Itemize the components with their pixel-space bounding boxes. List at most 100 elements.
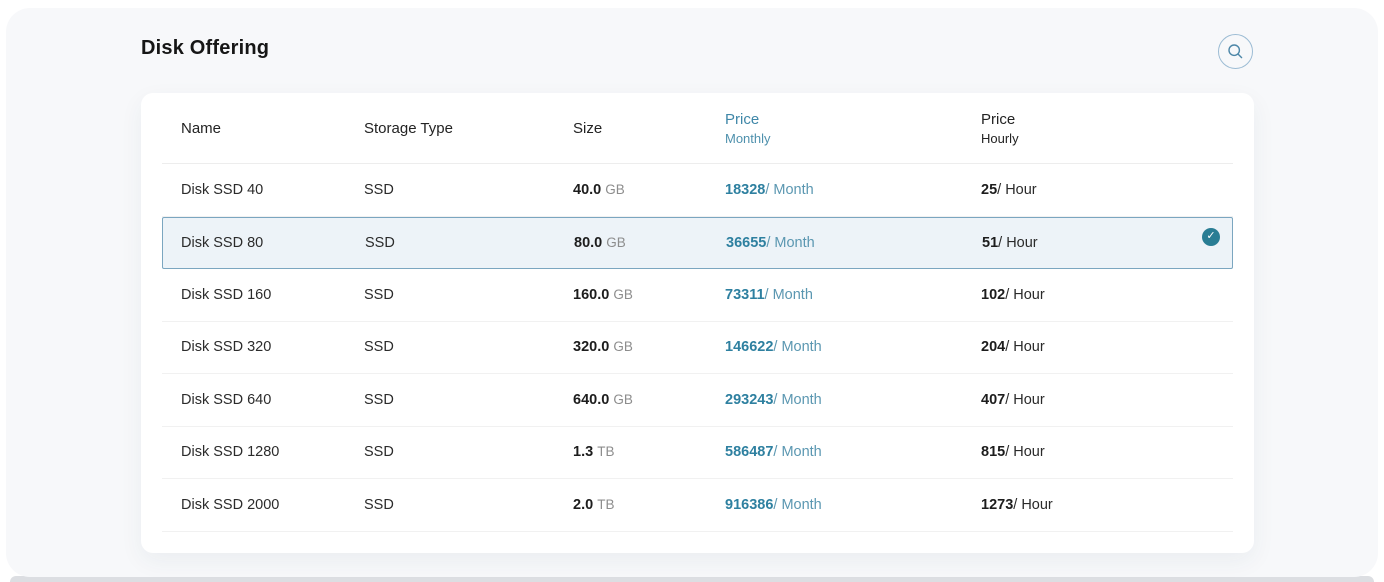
cell-price-monthly: 146622/ Month xyxy=(725,339,981,355)
hourly-price-value: 51 xyxy=(982,235,998,251)
size-unit: GB xyxy=(613,392,633,407)
cell-price-hourly: 51/ Hour xyxy=(982,235,1232,251)
hourly-price-suffix: / Hour xyxy=(1005,339,1045,355)
cell-price-monthly: 586487/ Month xyxy=(725,444,981,460)
table-row[interactable]: Disk SSD 640 SSD 640.0 GB 293243/ Month … xyxy=(162,374,1233,427)
monthly-price-value: 146622 xyxy=(725,339,773,355)
page-title: Disk Offering xyxy=(141,37,269,60)
cell-storage-type: SSD xyxy=(364,497,573,513)
monthly-price-suffix: / Month xyxy=(765,182,813,198)
column-header-label: Size xyxy=(573,120,725,137)
table-row[interactable]: Disk SSD 2000 SSD 2.0 TB 916386/ Month 1… xyxy=(162,479,1233,532)
size-unit: GB xyxy=(613,287,633,302)
cell-storage-type: SSD xyxy=(364,392,573,408)
cell-name: Disk SSD 320 xyxy=(162,339,364,355)
cell-size: 2.0 TB xyxy=(573,497,725,513)
column-header-name: Name xyxy=(162,120,364,137)
cell-storage-type: SSD xyxy=(364,339,573,355)
cell-name: Disk SSD 2000 xyxy=(162,497,364,513)
size-value: 640.0 xyxy=(573,392,609,408)
hourly-price-value: 815 xyxy=(981,444,1005,460)
size-value: 2.0 xyxy=(573,497,593,513)
cell-price-hourly: 815/ Hour xyxy=(981,444,1233,460)
cell-name: Disk SSD 640 xyxy=(162,392,364,408)
column-header-label: Price xyxy=(981,111,1233,128)
size-value: 1.3 xyxy=(573,444,593,460)
monthly-price-value: 73311 xyxy=(725,287,765,303)
page: Disk Offering Name Storage Type xyxy=(0,0,1384,582)
cell-name: Disk SSD 1280 xyxy=(162,444,364,460)
table-row[interactable]: Disk SSD 40 SSD 40.0 GB 18328/ Month 25/… xyxy=(162,164,1233,217)
hourly-price-value: 102 xyxy=(981,287,1005,303)
monthly-price-value: 586487 xyxy=(725,444,773,460)
cell-size: 320.0 GB xyxy=(573,339,725,355)
table-body: Disk SSD 40 SSD 40.0 GB 18328/ Month 25/… xyxy=(162,164,1233,532)
column-header-label: Storage Type xyxy=(364,120,573,137)
search-icon xyxy=(1227,43,1244,60)
cell-size: 160.0 GB xyxy=(573,287,725,303)
cell-price-monthly: 293243/ Month xyxy=(725,392,981,408)
cell-storage-type: SSD xyxy=(364,287,573,303)
search-button[interactable] xyxy=(1218,34,1253,69)
table-row[interactable]: Disk SSD 160 SSD 160.0 GB 73311/ Month 1… xyxy=(162,269,1233,322)
cell-size: 640.0 GB xyxy=(573,392,725,408)
cell-price-monthly: 73311/ Month xyxy=(725,287,981,303)
disk-offering-table-card: Name Storage Type Size Price Monthly xyxy=(141,93,1254,553)
monthly-price-value: 916386 xyxy=(725,497,773,513)
cell-name: Disk SSD 160 xyxy=(162,287,364,303)
hourly-price-value: 25 xyxy=(981,182,997,198)
monthly-price-suffix: / Month xyxy=(773,339,821,355)
table-row[interactable]: Disk SSD 80 SSD 80.0 GB 36655/ Month 51/… xyxy=(162,217,1233,270)
monthly-price-suffix: / Month xyxy=(773,444,821,460)
cell-storage-type: SSD xyxy=(365,235,574,251)
content-frame: Disk Offering Name Storage Type xyxy=(6,8,1378,577)
cell-storage-type: SSD xyxy=(364,444,573,460)
size-unit: GB xyxy=(605,182,625,197)
column-header-sublabel: Monthly xyxy=(725,131,981,146)
size-value: 320.0 xyxy=(573,339,609,355)
monthly-price-suffix: / Month xyxy=(766,235,814,251)
column-header-price-monthly: Price Monthly xyxy=(725,111,981,146)
hourly-price-value: 407 xyxy=(981,392,1005,408)
size-value: 80.0 xyxy=(574,235,602,251)
size-unit: TB xyxy=(597,497,614,512)
size-value: 160.0 xyxy=(573,287,609,303)
table-header-row: Name Storage Type Size Price Monthly xyxy=(162,93,1233,164)
hourly-price-suffix: / Hour xyxy=(997,182,1037,198)
cell-price-monthly: 36655/ Month xyxy=(726,235,982,251)
monthly-price-suffix: / Month xyxy=(773,392,821,408)
cell-size: 40.0 GB xyxy=(573,182,725,198)
table-row[interactable]: Disk SSD 1280 SSD 1.3 TB 586487/ Month 8… xyxy=(162,427,1233,480)
size-unit: GB xyxy=(613,339,633,354)
cell-storage-type: SSD xyxy=(364,182,573,198)
cell-name: Disk SSD 80 xyxy=(163,235,365,251)
column-header-storage-type: Storage Type xyxy=(364,120,573,137)
hourly-price-suffix: / Hour xyxy=(1013,497,1053,513)
hourly-price-value: 1273 xyxy=(981,497,1013,513)
monthly-price-suffix: / Month xyxy=(773,497,821,513)
cell-price-hourly: 407/ Hour xyxy=(981,392,1233,408)
selected-check-icon: ✓ xyxy=(1202,228,1220,246)
cell-size: 80.0 GB xyxy=(574,235,726,251)
cell-price-hourly: 102/ Hour xyxy=(981,287,1233,303)
hourly-price-suffix: / Hour xyxy=(1005,287,1045,303)
hourly-price-suffix: / Hour xyxy=(998,235,1038,251)
monthly-price-value: 36655 xyxy=(726,235,766,251)
monthly-price-value: 18328 xyxy=(725,182,765,198)
cell-price-hourly: 204/ Hour xyxy=(981,339,1233,355)
size-value: 40.0 xyxy=(573,182,601,198)
monthly-price-suffix: / Month xyxy=(765,287,813,303)
cell-price-monthly: 18328/ Month xyxy=(725,182,981,198)
column-header-sublabel: Hourly xyxy=(981,131,1233,146)
monthly-price-value: 293243 xyxy=(725,392,773,408)
table-row[interactable]: Disk SSD 320 SSD 320.0 GB 146622/ Month … xyxy=(162,322,1233,375)
hourly-price-suffix: / Hour xyxy=(1005,392,1045,408)
cell-price-hourly: 25/ Hour xyxy=(981,182,1233,198)
column-header-label: Price xyxy=(725,111,981,128)
cell-price-hourly: 1273/ Hour xyxy=(981,497,1233,513)
hourly-price-value: 204 xyxy=(981,339,1005,355)
column-header-price-hourly: Price Hourly xyxy=(981,111,1233,146)
cell-size: 1.3 TB xyxy=(573,444,725,460)
cell-name: Disk SSD 40 xyxy=(162,182,364,198)
size-unit: GB xyxy=(606,235,626,250)
